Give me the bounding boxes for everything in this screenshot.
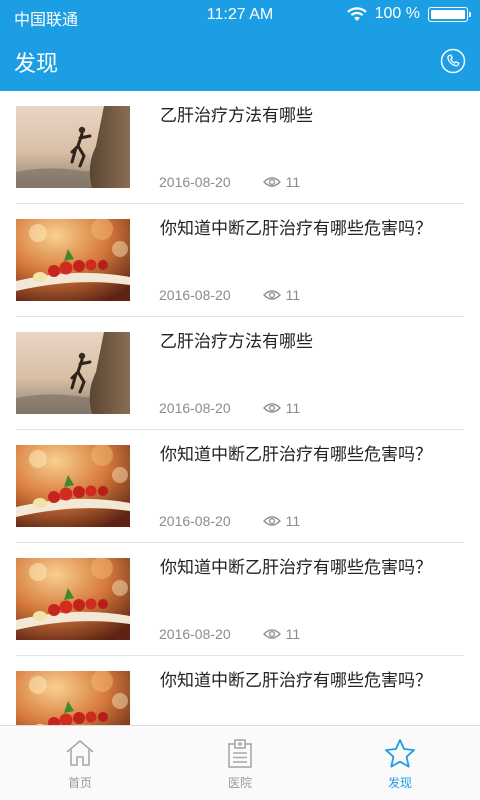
article-views: 11 [262,400,301,416]
eye-icon [262,516,281,526]
article-title: 乙肝治疗方法有哪些 [160,106,313,126]
tab-home-label: 首页 [67,776,92,790]
article-title: 你知道中断乙肝治疗有哪些危害吗？ [160,671,432,691]
article-date: 2016-08-20 [159,513,231,529]
app-root: 中国联通 11:27 AM 100 % 发现 乙肝治疗方法有哪些 2016-08-… [0,0,480,800]
article-meta: 2016-08-20 11 [159,513,300,529]
view-count: 11 [285,626,301,642]
article-date: 2016-08-20 [159,287,231,303]
article-thumbnail [16,332,130,414]
article-thumbnail [16,671,130,725]
view-count: 11 [285,174,301,190]
article-row[interactable]: 你知道中断乙肝治疗有哪些危害吗？ 2016-08-20 11 [16,543,464,656]
phone-icon[interactable] [440,48,466,74]
article-meta: 2016-08-20 11 [159,287,300,303]
article-date: 2016-08-20 [159,400,231,416]
article-thumbnail [16,558,130,640]
wifi-icon [346,7,367,21]
article-title: 你知道中断乙肝治疗有哪些危害吗？ [160,219,432,239]
article-views: 11 [262,513,301,529]
eye-icon [262,629,281,639]
tab-home[interactable]: 首页 [0,726,160,800]
home-icon [66,740,94,766]
article-list: 乙肝治疗方法有哪些 2016-08-20 11 你知道中断乙肝治疗有哪些危害吗？ 201… [0,91,480,725]
article-views: 11 [262,626,301,642]
tab-hospital-label: 医院 [227,776,252,790]
star-icon [385,739,415,768]
top-bar: 中国联通 11:27 AM 100 % 发现 [0,0,480,91]
hospital-icon [228,739,252,768]
article-views: 11 [262,174,301,190]
article-row[interactable]: 你知道中断乙肝治疗有哪些危害吗？2016-08-2011 [16,656,464,725]
article-row[interactable]: 你知道中断乙肝治疗有哪些危害吗？ 2016-08-20 11 [16,430,464,543]
article-title: 你知道中断乙肝治疗有哪些危害吗？ [160,445,432,465]
article-meta: 2016-08-20 11 [159,174,300,190]
article-row[interactable]: 乙肝治疗方法有哪些 2016-08-20 11 [16,91,464,204]
nav-bar: 发现 [0,30,480,91]
tab-bar: 首页 医院 发现 [0,725,480,800]
article-title: 乙肝治疗方法有哪些 [160,332,313,352]
article-date: 2016-08-20 [159,626,231,642]
article-row[interactable]: 乙肝治疗方法有哪些 2016-08-20 11 [16,317,464,430]
article-title: 你知道中断乙肝治疗有哪些危害吗？ [160,558,432,578]
article-thumbnail [16,106,130,188]
article-thumbnail [16,445,130,527]
status-right: 100 % [346,5,471,23]
article-meta: 2016-08-20 11 [159,400,300,416]
status-bar: 中国联通 11:27 AM 100 % [0,0,480,30]
article-date: 2016-08-20 [159,174,231,190]
eye-icon [262,290,281,300]
tab-discover-label: 发现 [387,776,412,790]
view-count: 11 [285,287,301,303]
battery-fill [431,9,465,19]
eye-icon [262,403,281,413]
view-count: 11 [285,513,301,529]
article-row[interactable]: 你知道中断乙肝治疗有哪些危害吗？ 2016-08-20 11 [16,204,464,317]
article-meta: 2016-08-20 11 [159,626,300,642]
article-views: 11 [262,287,301,303]
eye-icon [262,177,281,187]
page-title: 发现 [14,52,59,77]
view-count: 11 [285,400,301,416]
article-thumbnail [16,219,130,301]
tab-discover[interactable]: 发现 [320,726,480,800]
battery-percent: 100 % [374,5,420,22]
battery-icon [428,6,471,22]
tab-hospital[interactable]: 医院 [160,726,320,800]
